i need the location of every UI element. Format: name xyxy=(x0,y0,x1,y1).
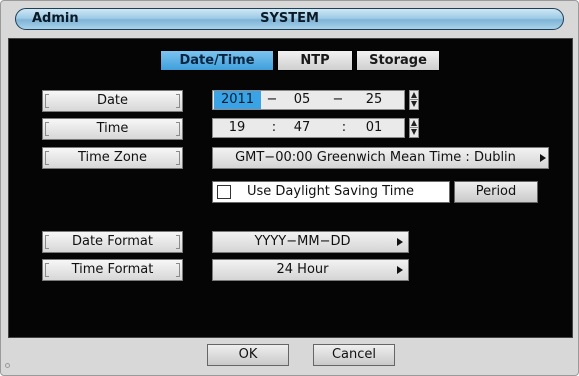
time-format-value: 24 Hour xyxy=(276,262,329,277)
chevron-right-icon xyxy=(397,266,403,274)
time-zone-label: Time Zone xyxy=(42,147,183,169)
date-day[interactable]: 25 xyxy=(357,91,391,109)
dst-row: Use Daylight Saving Time xyxy=(212,181,450,203)
resize-grip-icon xyxy=(5,363,10,368)
time-separator: : xyxy=(271,120,277,135)
date-separator: − xyxy=(266,92,278,107)
up-arrow-icon[interactable] xyxy=(411,120,417,126)
date-separator: − xyxy=(332,92,344,107)
period-button[interactable]: Period xyxy=(454,181,538,203)
date-format-dropdown[interactable]: YYYY−MM−DD xyxy=(212,231,409,253)
date-year[interactable]: 2011 xyxy=(214,91,261,109)
chevron-right-icon xyxy=(540,154,546,162)
tab-ntp[interactable]: NTP xyxy=(277,50,353,71)
time-label: Time xyxy=(42,118,183,140)
down-arrow-icon[interactable] xyxy=(411,101,417,107)
time-second[interactable]: 01 xyxy=(357,119,391,137)
tab-storage[interactable]: Storage xyxy=(356,50,440,71)
time-hour[interactable]: 19 xyxy=(221,119,253,137)
date-spinner[interactable] xyxy=(409,90,419,110)
spinner-divider xyxy=(410,127,418,128)
up-arrow-icon[interactable] xyxy=(411,92,417,98)
time-field[interactable]: 19 : 47 : 01 xyxy=(212,118,405,138)
tab-date-time[interactable]: Date/Time xyxy=(160,50,274,71)
date-field[interactable]: 2011 − 05 − 25 xyxy=(212,90,405,110)
dst-label: Use Daylight Saving Time xyxy=(247,184,414,199)
dst-checkbox[interactable] xyxy=(217,185,231,199)
time-zone-value: GMT−00:00 Greenwich Mean Time : Dublin xyxy=(235,150,516,165)
title-bar: Admin SYSTEM xyxy=(15,8,564,30)
date-month[interactable]: 05 xyxy=(285,91,319,109)
time-separator: : xyxy=(341,120,347,135)
date-format-value: YYYY−MM−DD xyxy=(254,234,351,249)
cancel-button[interactable]: Cancel xyxy=(313,344,395,366)
down-arrow-icon[interactable] xyxy=(411,129,417,135)
dialog-title: SYSTEM xyxy=(260,11,319,26)
date-label: Date xyxy=(42,90,183,112)
time-format-label: Time Format xyxy=(42,259,183,281)
time-spinner[interactable] xyxy=(409,118,419,138)
chevron-right-icon xyxy=(397,238,403,246)
system-dialog: Admin SYSTEM Date/Time NTP Storage Date … xyxy=(0,0,579,376)
spinner-divider xyxy=(410,99,418,100)
date-format-label: Date Format xyxy=(42,231,183,253)
time-zone-dropdown[interactable]: GMT−00:00 Greenwich Mean Time : Dublin xyxy=(212,147,549,169)
time-minute[interactable]: 47 xyxy=(285,119,319,137)
ok-button[interactable]: OK xyxy=(207,344,289,366)
time-format-dropdown[interactable]: 24 Hour xyxy=(212,259,409,281)
